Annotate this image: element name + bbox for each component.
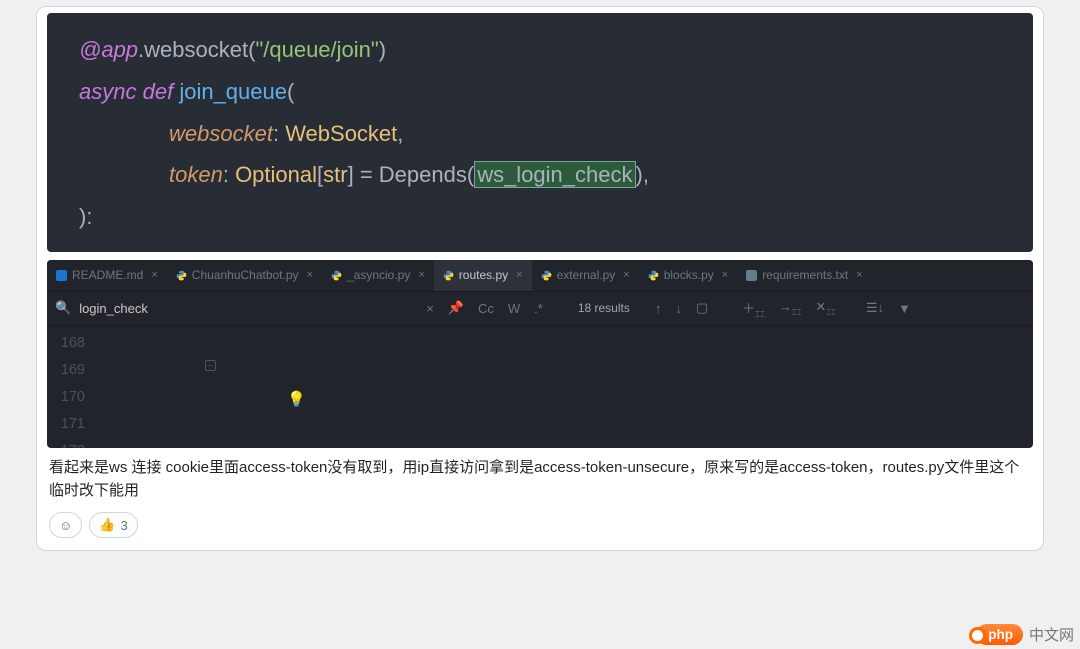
close-icon[interactable]: × [722,269,728,281]
whole-word-toggle[interactable]: W [508,301,520,316]
code-lines: – 💡 async def ws_login_check(websocket: … [95,330,661,448]
highlight-ws-login-check: ws_login_check [474,161,635,188]
tab-chuanhu[interactable]: ChuanhuChatbot.py× [167,260,322,291]
smiley-icon: ☺ [59,518,72,533]
thumbs-up-reaction[interactable]: 👍 3 [89,512,137,538]
tab-readme[interactable]: README.md× [47,260,167,291]
reaction-count: 3 [120,518,127,533]
filter-icon[interactable]: ▼ [898,301,911,316]
search-query[interactable]: login_check [79,301,419,316]
select-all-icon[interactable]: ▢ [696,300,708,316]
select-next-icon[interactable]: →⌶⌶ [779,299,802,318]
ide-screenshot: README.md× ChuanhuChatbot.py× _asyncio.p… [47,260,1033,448]
tab-routes[interactable]: routes.py× [434,260,532,291]
match-case-toggle[interactable]: Cc [478,301,494,316]
close-icon[interactable]: × [151,269,157,281]
editor-tabs: README.md× ChuanhuChatbot.py× _asyncio.p… [47,260,1033,292]
comment-body-text: 看起来是ws 连接 cookie里面access-token没有取到，用ip直接… [49,456,1031,503]
regex-toggle[interactable]: .* [534,301,543,316]
close-icon[interactable]: × [516,269,522,281]
tab-external[interactable]: external.py× [532,260,639,291]
code-line: ): [79,196,1003,238]
search-icon[interactable]: 🔍 [55,300,71,316]
pin-icon[interactable]: 📌 [448,300,464,316]
show-list-icon[interactable]: ☰↓ [866,300,884,316]
code-line: token: Optional[str] = Depends(ws_login_… [79,154,1003,196]
tab-blocks[interactable]: blocks.py× [639,260,737,291]
prev-match-icon[interactable]: ↑ [655,301,662,316]
watermark-text: 中文网 [1029,624,1074,645]
code-line: @app.websocket("/queue/join") [79,29,1003,71]
find-bar: 🔍 login_check × 📌 Cc W .* 18 results ↑ ↓… [47,292,1033,326]
markdown-icon [56,270,67,281]
thumbs-up-icon: 👍 [99,517,115,533]
next-match-icon[interactable]: ↓ [675,301,682,316]
close-icon[interactable]: × [623,269,629,281]
code-snippet-top: @app.websocket("/queue/join") async def … [47,13,1033,252]
close-search-icon[interactable]: × [426,301,434,316]
python-icon [648,270,659,281]
python-icon [331,270,342,281]
add-reaction-button[interactable]: ☺ [49,512,82,538]
python-icon [443,270,454,281]
results-count: 18 results [578,301,630,315]
text-file-icon [746,270,757,281]
python-icon [176,270,187,281]
lightbulb-icon[interactable]: 💡 [287,386,306,413]
close-icon[interactable]: × [307,269,313,281]
comment-card: @app.websocket("/queue/join") async def … [36,6,1044,551]
code-editor-body[interactable]: 168 169 170 171 172 – 💡 async def ws_log… [47,326,1033,448]
php-badge: php [976,624,1023,645]
add-selection-icon[interactable]: ＋⌶⌶ [742,298,765,320]
reactions-bar: ☺ 👍 3 [49,512,1031,538]
python-icon [541,270,552,281]
close-icon[interactable]: × [856,269,862,281]
close-icon[interactable]: × [418,269,424,281]
code-line: websocket: WebSocket, [79,113,1003,155]
line-gutter: 168 169 170 171 172 [47,330,95,448]
code-line: async def join_queue( [79,71,1003,113]
tab-asyncio[interactable]: _asyncio.py× [322,260,434,291]
watermark: php 中文网 [976,624,1074,645]
fold-icon[interactable]: – [205,360,216,371]
tab-requirements[interactable]: requirements.txt× [737,260,871,291]
deselect-icon[interactable]: ✕⌶⌶ [815,299,836,318]
